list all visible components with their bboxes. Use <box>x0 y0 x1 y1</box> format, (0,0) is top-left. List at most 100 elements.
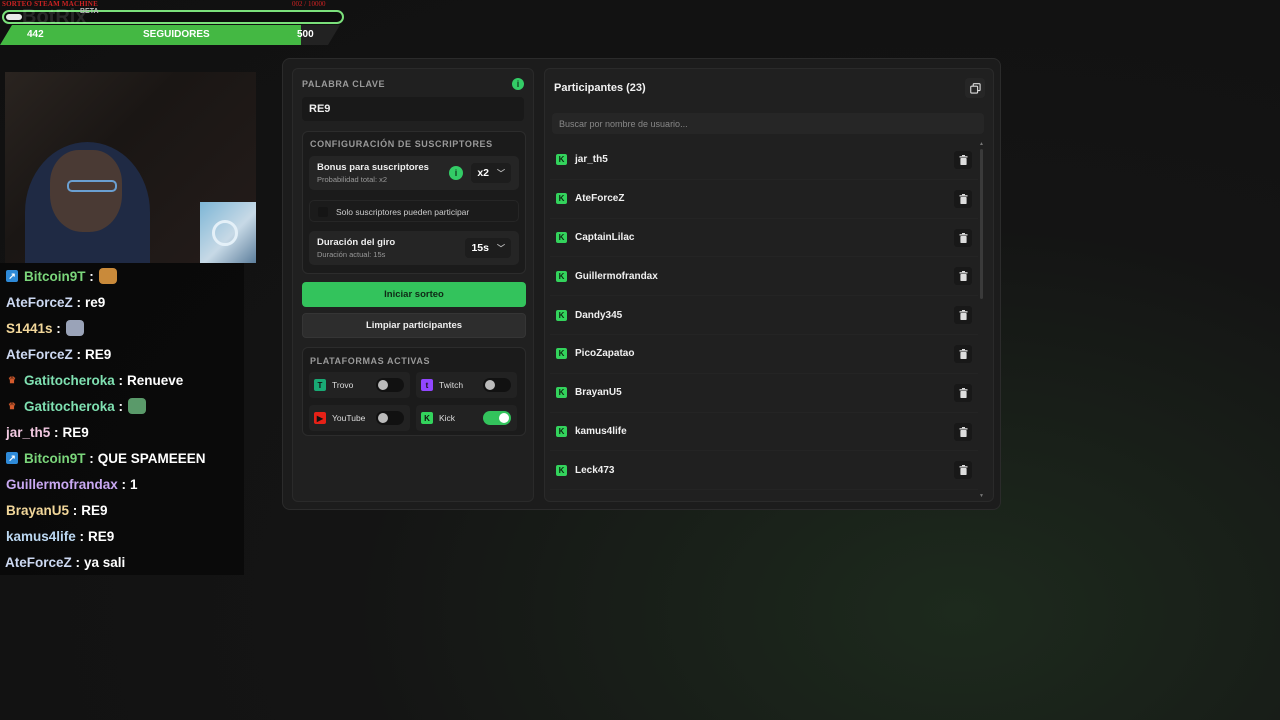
platform-twitch: t Twitch <box>416 372 517 398</box>
moderator-badge-icon: ♛ <box>7 374 17 385</box>
trash-icon[interactable] <box>954 151 972 169</box>
search-input[interactable] <box>559 113 977 134</box>
chat-overlay: ↗ Bitcoin9T : AteForceZ : re9 S1441s : AteFor… <box>0 263 244 575</box>
kick-icon: K <box>421 412 433 424</box>
emote-icon <box>98 268 117 284</box>
chat-username: Bitcoin9T <box>24 450 86 466</box>
trash-icon[interactable] <box>954 189 972 208</box>
participant-name: AteForceZ <box>575 193 625 205</box>
participant-name: BrayanU5 <box>575 387 622 399</box>
platform-toggle[interactable] <box>483 411 511 425</box>
bonus-select[interactable]: x2 ﹀ <box>471 163 511 183</box>
trash-icon[interactable] <box>954 383 972 402</box>
kick-icon: K <box>556 193 567 205</box>
list-item: K Leck473 <box>550 451 978 491</box>
participant-name: Dandy345 <box>575 309 623 321</box>
scroll-down-arrow[interactable]: ▼ <box>979 493 984 499</box>
active-platforms: PLATAFORMAS ACTIVAS T Trovo t Twitch ▶ YouTub… <box>302 347 526 436</box>
list-item: K PicoZapatao <box>550 335 978 374</box>
giveaway-panel: PALABRA CLAVE i RE9 CONFIGURACIÓN DE SUS… <box>282 58 1001 510</box>
emote-icon <box>65 320 84 336</box>
participant-name: CaptainLilac <box>575 231 635 243</box>
chat-text: Renueve <box>127 372 184 388</box>
chat-text: RE9 <box>85 346 112 362</box>
emote-icon <box>128 398 147 414</box>
only-subs-option[interactable]: Solo suscriptores pueden participar <box>309 200 519 222</box>
chat-message: ♛ Gatitocheroka : <box>0 393 244 419</box>
chat-message: jar_th5 : RE9 <box>0 419 244 445</box>
chat-username: Gatitocheroka <box>24 372 115 388</box>
chat-username: S1441s <box>6 320 53 336</box>
subscriber-config-title: CONFIGURACIÓN DE SUSCRIPTORES <box>310 139 493 149</box>
platform-trovo: T Trovo <box>309 372 410 398</box>
chat-text: re9 <box>85 294 106 310</box>
platform-toggle[interactable] <box>483 378 511 392</box>
follower-current: 442 <box>27 29 44 40</box>
copy-icon[interactable] <box>965 78 985 98</box>
chat-message: AteForceZ : ya sali <box>0 549 244 575</box>
list-item: K Dandy345 <box>550 296 978 335</box>
chat-username: Guillermofrandax <box>6 476 118 492</box>
participant-name: jar_th5 <box>575 154 608 166</box>
chat-username: Bitcoin9T <box>24 268 86 284</box>
spin-duration-row: Duración del giro Duración actual: 15s 1… <box>309 231 519 265</box>
chat-text: QUE SPAMEEEN <box>97 450 206 466</box>
spin-label: Duración del giro <box>317 237 396 248</box>
chevron-down-icon: ﹀ <box>497 243 505 253</box>
scrollbar[interactable] <box>980 149 983 299</box>
participant-name: PicoZapatao <box>575 348 635 360</box>
trash-icon[interactable] <box>954 228 972 247</box>
spin-select[interactable]: 15s ﹀ <box>465 238 511 258</box>
info-icon[interactable]: i <box>512 78 524 90</box>
platform-kick: K Kick <box>416 405 517 431</box>
follower-goal-bar: SORTEO STEAM MACHINE 002 / 10000 BotRix … <box>0 0 345 46</box>
chat-username: AteForceZ <box>6 294 73 310</box>
clear-participants-button[interactable]: Limpiar participantes <box>302 313 526 338</box>
trash-icon[interactable] <box>954 461 972 480</box>
chat-text: RE9 <box>81 502 108 518</box>
webcam-feed <box>5 72 256 263</box>
bonus-label: Bonus para suscriptores <box>317 162 429 173</box>
chat-message: AteForceZ : re9 <box>0 289 244 315</box>
keyword-input[interactable]: RE9 <box>302 97 524 121</box>
kick-icon: K <box>556 348 567 360</box>
trash-icon[interactable] <box>954 267 972 286</box>
trash-icon[interactable] <box>954 344 972 363</box>
chat-username: kamus4life <box>6 528 76 544</box>
list-item: K AteForceZ <box>550 180 978 219</box>
chat-text: ya sali <box>84 554 126 570</box>
twitch-icon: t <box>421 379 433 391</box>
trash-icon[interactable] <box>954 422 972 441</box>
chat-message: S1441s : <box>0 315 244 341</box>
platform-name: YouTube <box>332 413 366 423</box>
settings-column: PALABRA CLAVE i RE9 CONFIGURACIÓN DE SUS… <box>292 68 534 502</box>
start-giveaway-button[interactable]: Iniciar sorteo <box>302 282 526 307</box>
chat-username: AteForceZ <box>5 554 72 570</box>
bonus-info-icon[interactable]: i <box>449 166 463 180</box>
youtube-icon: ▶ <box>314 412 326 424</box>
trash-icon[interactable] <box>954 306 972 325</box>
kick-icon: K <box>556 309 567 321</box>
chat-username: AteForceZ <box>6 346 73 362</box>
only-subs-checkbox[interactable] <box>318 207 328 217</box>
bonus-row: Bonus para suscriptores Probabilidad tot… <box>309 156 519 190</box>
list-item: Kkamus4life <box>550 413 978 452</box>
list-item: K CaptainLilac <box>550 219 978 258</box>
platform-youtube: ▶ YouTube <box>309 405 410 431</box>
platform-name: Twitch <box>439 380 464 390</box>
chat-message: ↗ Bitcoin9T : QUE SPAMEEEN <box>0 445 244 471</box>
moderator-badge-icon: ♛ <box>7 400 17 411</box>
trovo-icon: T <box>314 379 326 391</box>
keyword-title: PALABRA CLAVE <box>302 79 386 89</box>
follower-label: SEGUIDORES <box>143 29 210 40</box>
chat-username: jar_th5 <box>6 424 51 440</box>
participant-name: kamus4life <box>575 425 627 437</box>
platform-toggle[interactable] <box>376 378 404 392</box>
streamer-glasses <box>67 180 117 192</box>
participant-search[interactable] <box>552 113 984 134</box>
scroll-up-arrow[interactable]: ▲ <box>979 141 984 147</box>
kick-icon: K <box>556 270 567 282</box>
platform-name: Trovo <box>332 380 354 390</box>
platform-toggle[interactable] <box>376 411 404 425</box>
subscriber-config: CONFIGURACIÓN DE SUSCRIPTORES Bonus para… <box>302 131 526 274</box>
